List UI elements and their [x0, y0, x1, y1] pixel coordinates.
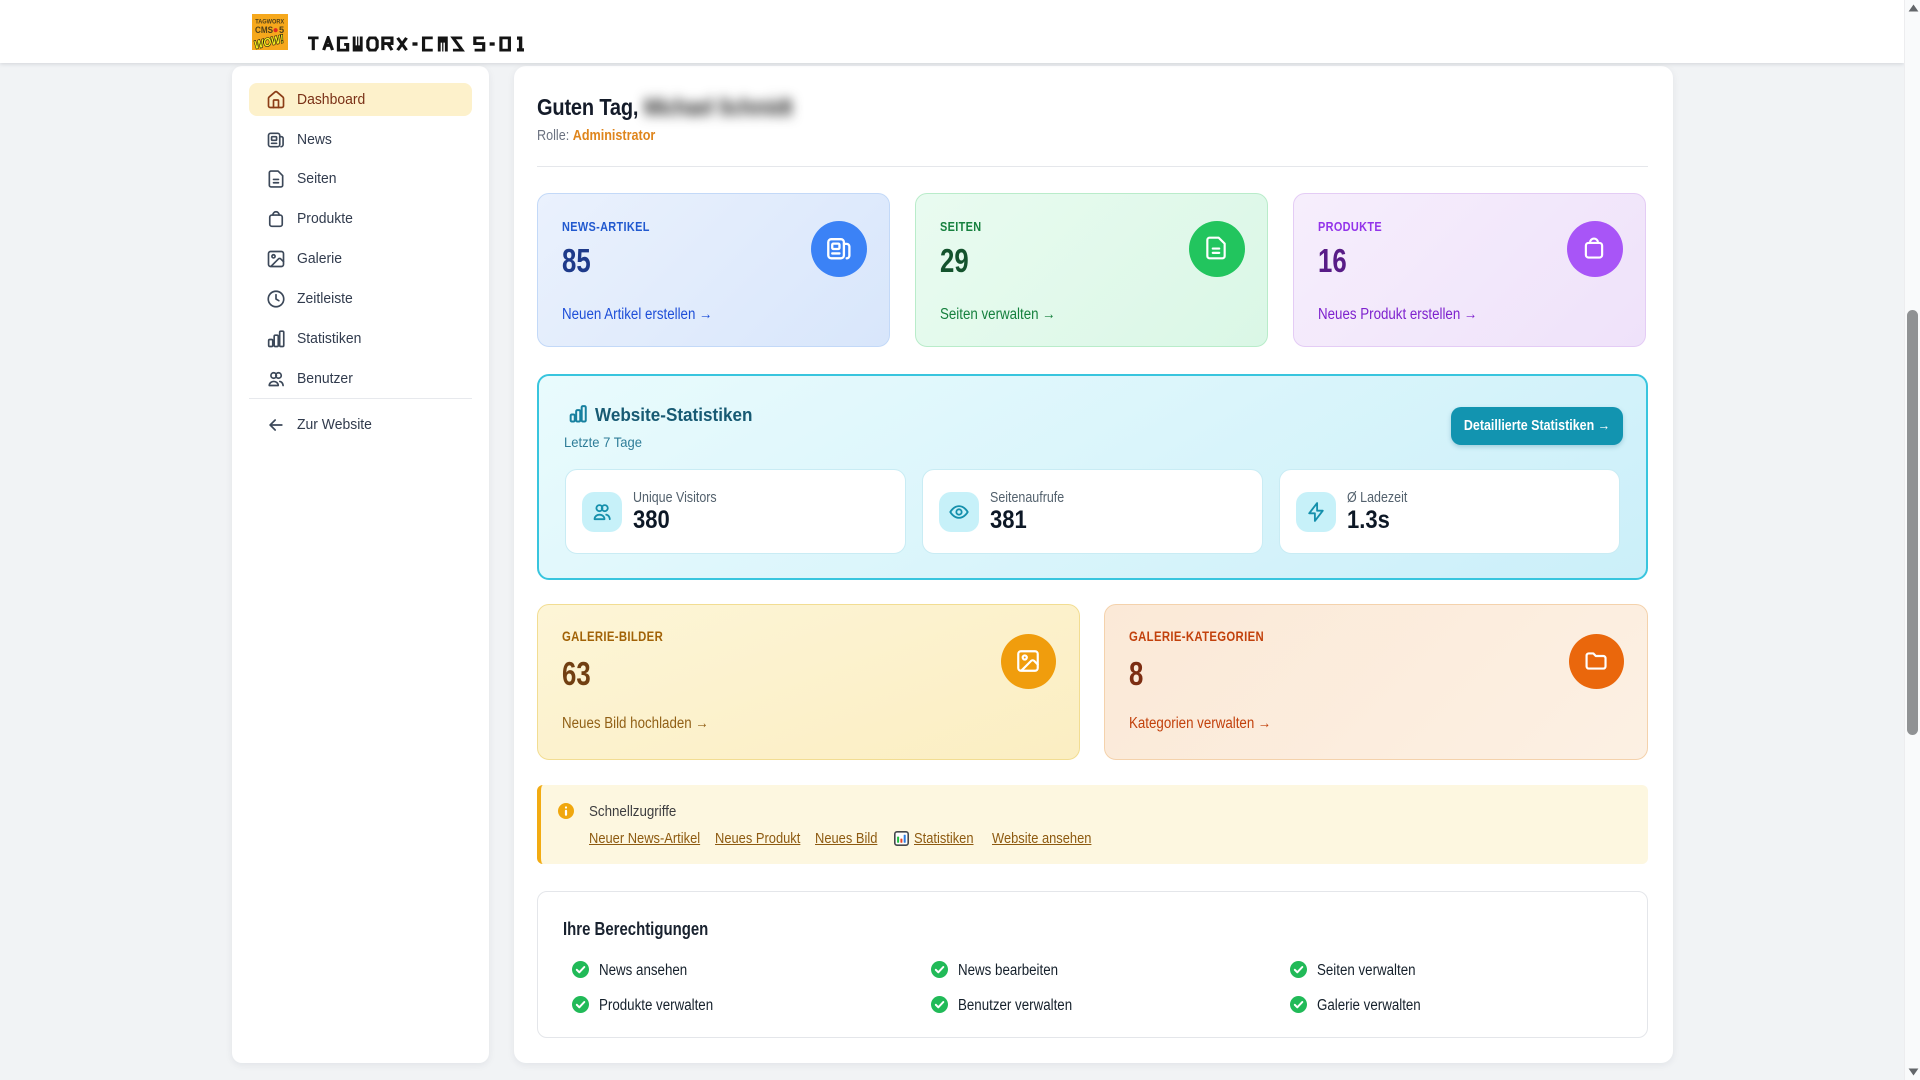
svg-text:CMS: CMS: [255, 25, 273, 35]
